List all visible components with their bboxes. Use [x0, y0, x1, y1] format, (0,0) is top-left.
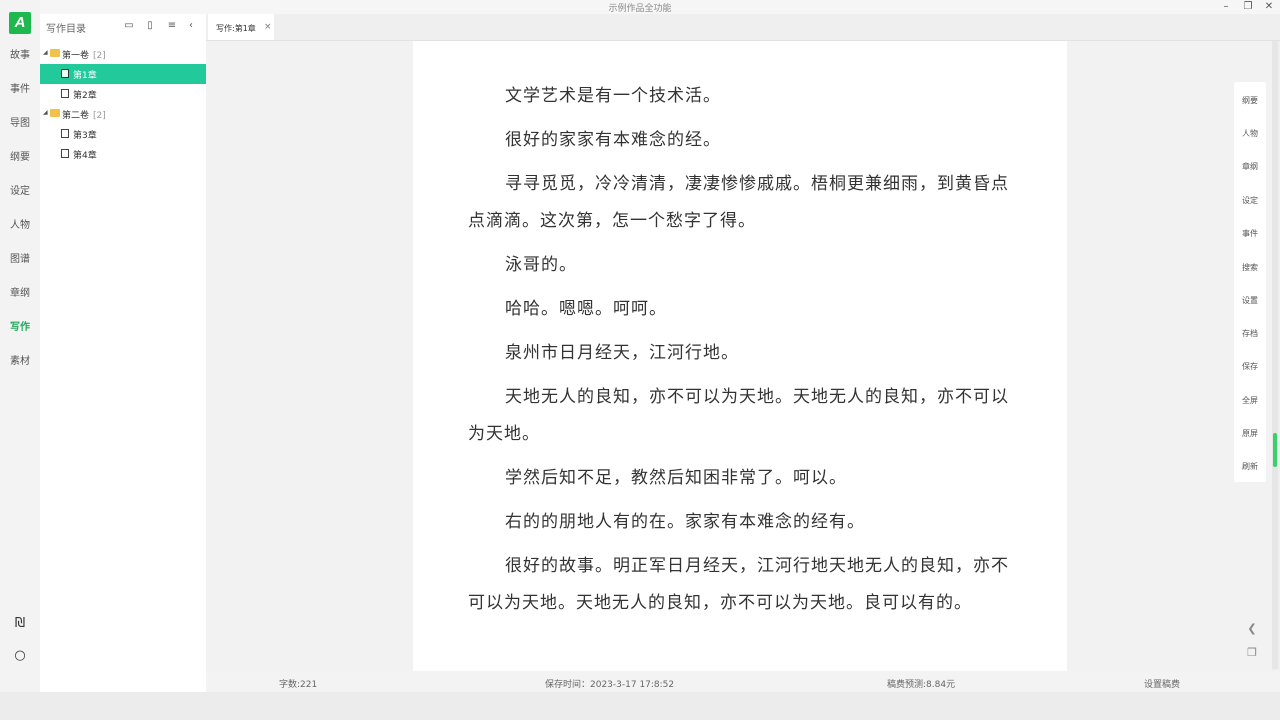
back-icon[interactable]: ❮	[1246, 623, 1258, 635]
tab-label: 写作:第1章	[216, 24, 256, 33]
tool-search[interactable]: 搜索	[1234, 262, 1266, 273]
status-bar: 字数:221 保存时间：2023-3-17 17:8:52 稿费预测:8.84元…	[206, 671, 1280, 692]
folder-icon[interactable]: ▭	[122, 19, 136, 33]
nav-item-materials[interactable]: 素材	[0, 352, 40, 372]
tree-header: 写作目录 ▭ ▯ ≡ ‹	[40, 14, 206, 40]
file-icon[interactable]: ▯	[143, 19, 157, 33]
volume-label: 第二卷	[62, 111, 90, 121]
title-bar: 示例作品全功能 – ❐ ✕	[0, 0, 1280, 14]
tab-chapter-1[interactable]: 写作:第1章 ×	[208, 14, 274, 40]
tool-settings-lore[interactable]: 设定	[1234, 195, 1266, 206]
tool-refresh[interactable]: 刷新	[1234, 461, 1266, 472]
tree-volume-2[interactable]: ◢ 第二卷 [2]	[40, 104, 206, 124]
nav-item-writing[interactable]: 写作	[0, 318, 40, 338]
window-footer	[0, 692, 1280, 720]
paragraph[interactable]: 很好的家家有本难念的经。	[468, 122, 1016, 159]
editor-scrollbar[interactable]	[1272, 41, 1278, 669]
restore-icon[interactable]: ❐	[1237, 0, 1259, 14]
paragraph[interactable]: 泳哥的。	[468, 247, 1016, 284]
paragraph[interactable]: 右的的朋地人有的在。家家有本难念的经有。	[468, 504, 1016, 541]
folder-icon	[50, 49, 60, 57]
document-icon	[61, 129, 69, 138]
paragraph[interactable]: 文学艺术是有一个技术活。	[468, 78, 1016, 115]
paragraph[interactable]: 天地无人的良知，亦不可以为天地。天地无人的良知，亦不可以为天地。	[468, 379, 1016, 453]
save-time: 保存时间：2023-3-17 17:8:52	[545, 680, 675, 690]
scrollbar-thumb[interactable]	[1273, 433, 1277, 467]
editor-canvas: 文学艺术是有一个技术活。 很好的家家有本难念的经。 寻寻觅觅，冷冷清清，凄凄惨惨…	[206, 41, 1272, 671]
paragraph[interactable]: 哈哈。嗯嗯。呵呵。	[468, 291, 1016, 328]
copy-icon[interactable]: ❐	[1246, 647, 1258, 659]
tree-chapter-4[interactable]: 第4章	[40, 144, 206, 164]
tool-restore-screen[interactable]: 原屏	[1234, 428, 1266, 439]
tab-bar: 写作:第1章 ×	[206, 14, 1280, 41]
tool-save[interactable]: 保存	[1234, 361, 1266, 372]
folder-icon	[50, 109, 60, 117]
set-fee-button[interactable]: 设置稿费	[1144, 677, 1180, 690]
paragraph[interactable]: 寻寻觅觅，冷冷清清，凄凄惨惨戚戚。梧桐更兼细雨，到黄昏点点滴滴。这次第，怎一个愁…	[468, 166, 1016, 240]
tool-archive[interactable]: 存档	[1234, 328, 1266, 339]
expand-triangle-icon[interactable]: ◢	[43, 109, 48, 116]
app-logo: A	[9, 12, 31, 34]
tree-chapter-2[interactable]: 第2章	[40, 84, 206, 104]
chapter-label: 第4章	[73, 151, 97, 161]
document-icon	[61, 89, 69, 98]
power-icon[interactable]: ○	[12, 648, 28, 664]
nav-item-settings[interactable]: 设定	[0, 182, 40, 202]
tool-events[interactable]: 事件	[1234, 228, 1266, 239]
document-icon	[61, 69, 69, 78]
paragraph[interactable]: 泉州市日月经天，江河行地。	[468, 335, 1016, 372]
tree-chapter-1[interactable]: 第1章	[40, 64, 206, 84]
nav-item-characters[interactable]: 人物	[0, 216, 40, 236]
nav-item-story[interactable]: 故事	[0, 46, 40, 66]
app-title: 示例作品全功能	[608, 4, 672, 14]
nav-rail: A 故事 事件 导图 纲要 设定 人物 图谱 章纲 写作 素材 ₪ ○	[0, 0, 40, 692]
expand-triangle-icon[interactable]: ◢	[43, 49, 48, 56]
nav-item-events[interactable]: 事件	[0, 80, 40, 100]
volume-count: [2]	[93, 51, 106, 61]
chapter-label: 第3章	[73, 131, 97, 141]
tab-close-icon[interactable]: ×	[264, 22, 272, 32]
tool-fullscreen[interactable]: 全屏	[1234, 395, 1266, 406]
volume-count: [2]	[93, 111, 106, 121]
tree-title: 写作目录	[46, 24, 86, 35]
tool-summary[interactable]: 纲要	[1234, 95, 1266, 106]
nav-item-mindmap[interactable]: 导图	[0, 114, 40, 134]
chapter-label: 第1章	[73, 71, 97, 81]
collapse-icon[interactable]: ‹	[184, 19, 198, 33]
document-icon	[61, 149, 69, 158]
word-count: 字数:221	[279, 680, 318, 690]
chapter-tree-panel: 写作目录 ▭ ▯ ≡ ‹ ◢ 第一卷 [2] 第1章 第2章 ◢ 第二卷 [2] 第…	[40, 14, 206, 692]
theme-icon[interactable]: ₪	[12, 616, 28, 632]
tree-volume-1[interactable]: ◢ 第一卷 [2]	[40, 44, 206, 64]
close-icon[interactable]: ✕	[1258, 0, 1280, 14]
side-toolbar: 纲要 人物 章纲 设定 事件 搜索 设置 存档 保存 全屏 原屏 刷新	[1234, 82, 1266, 482]
volume-label: 第一卷	[62, 51, 90, 61]
paragraph[interactable]: 学然后知不足，教然后知困非常了。呵以。	[468, 460, 1016, 497]
editor-page[interactable]: 文学艺术是有一个技术活。 很好的家家有本难念的经。 寻寻觅觅，冷冷清清，凄凄惨惨…	[413, 41, 1067, 671]
nav-item-outline[interactable]: 纲要	[0, 148, 40, 168]
list-icon[interactable]: ≡	[165, 19, 179, 33]
chapter-label: 第2章	[73, 91, 97, 101]
tool-preferences[interactable]: 设置	[1234, 295, 1266, 306]
paragraph[interactable]: 很好的故事。明正军日月经天，江河行地天地无人的良知，亦不可以为天地。天地无人的良…	[468, 548, 1016, 622]
tree-chapter-3[interactable]: 第3章	[40, 124, 206, 144]
tool-characters[interactable]: 人物	[1234, 128, 1266, 139]
nav-item-chapter-outline[interactable]: 章纲	[0, 284, 40, 304]
minimize-icon[interactable]: –	[1215, 0, 1237, 14]
fee-estimate: 稿费预测:8.84元	[887, 680, 956, 690]
tool-chapter-outline[interactable]: 章纲	[1234, 161, 1266, 172]
nav-item-graph[interactable]: 图谱	[0, 250, 40, 270]
